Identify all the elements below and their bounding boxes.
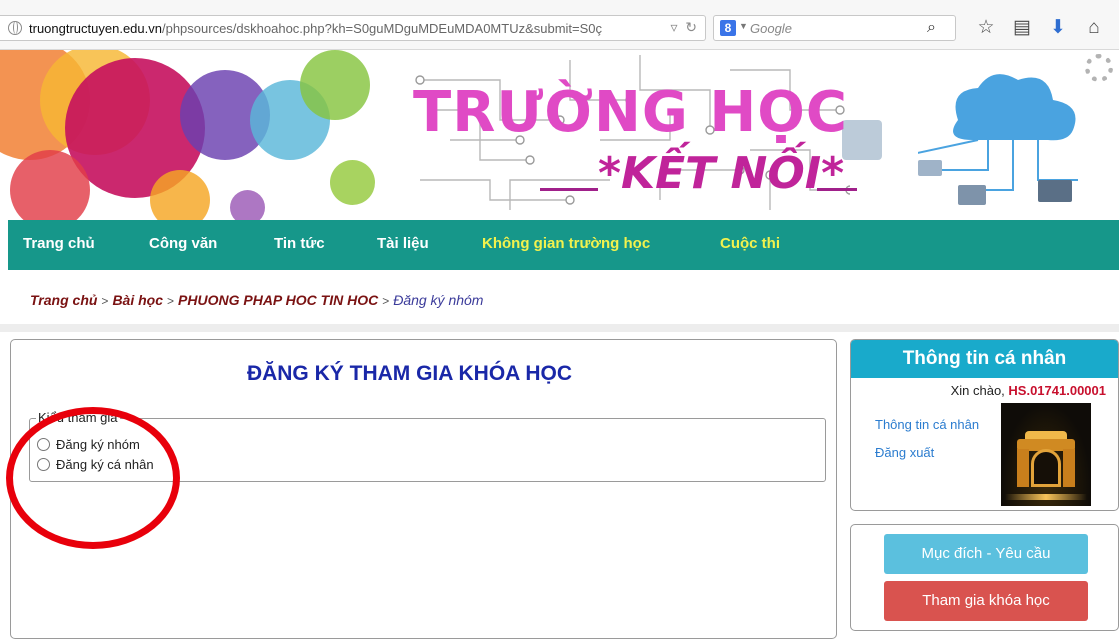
fieldset-legend: Kiểu tham gia — [36, 410, 120, 425]
nav-item-contests[interactable]: Cuộc thi — [720, 235, 780, 252]
gear-icon[interactable] — [1085, 54, 1113, 82]
profile-link[interactable]: Thông tin cá nhân — [875, 417, 979, 432]
nav-item-home[interactable]: Trang chủ — [23, 235, 95, 252]
search-icon[interactable]: ⌕ — [927, 19, 936, 37]
nav-item-documents[interactable]: Công văn — [149, 235, 217, 252]
url-text[interactable]: truongtructuyen.edu.vn/phpsources/dskhoa… — [29, 21, 602, 36]
radio-group-registration[interactable]: Đăng ký nhóm — [37, 437, 140, 452]
home-icon[interactable]: ⌂ — [1076, 17, 1112, 39]
breadcrumb-separator: > — [101, 294, 109, 308]
banner-title: TRƯỜNG HỌC — [413, 80, 848, 145]
divider — [0, 324, 1119, 332]
main-nav: Trang chủ Công văn Tin tức Tài liệu Khôn… — [8, 220, 1119, 270]
logout-link[interactable]: Đăng xuất — [875, 445, 934, 460]
url-domain: truongtructuyen.edu.vn — [29, 21, 162, 36]
browser-toolbar: truongtructuyen.edu.vn/phpsources/dskhoa… — [0, 0, 1119, 50]
profile-photo — [1001, 403, 1091, 506]
sidebar-header: Thông tin cá nhân — [851, 340, 1118, 378]
radio-label[interactable]: Đăng ký nhóm — [56, 437, 140, 452]
banner-bubble — [230, 190, 265, 220]
breadcrumb-current: Đăng ký nhóm — [393, 292, 484, 308]
breadcrumb: Trang chủ > Bài học > PHUONG PHAP HOC TIN HO… — [30, 292, 483, 308]
download-icon[interactable]: ⬇ — [1040, 16, 1076, 39]
page-title: ĐĂNG KÝ THAM GIA KHÓA HỌC — [246, 362, 573, 385]
banner-bubble — [10, 150, 90, 220]
banner-device — [842, 120, 882, 160]
greeting: Xin chào, HS.01741.00001 — [951, 383, 1106, 398]
breadcrumb-lessons[interactable]: Bài học — [112, 292, 163, 308]
nav-item-materials[interactable]: Tài liệu — [377, 235, 429, 252]
breadcrumb-separator: > — [167, 294, 175, 308]
breadcrumb-course[interactable]: PHUONG PHAP HOC TIN HOC — [178, 292, 378, 308]
site-banner: TRƯỜNG HỌC *KẾT NỐI* — [0, 50, 1119, 220]
chevron-down-icon[interactable]: ▼ — [739, 21, 748, 31]
join-course-button[interactable]: Tham gia khóa học — [884, 581, 1088, 621]
reload-icon[interactable]: ▿ ↻ — [670, 19, 697, 36]
star-icon[interactable]: ☆ — [968, 16, 1004, 39]
radio-label[interactable]: Đăng ký cá nhân — [56, 457, 154, 472]
banner-subtitle: *KẾT NỐI* — [598, 148, 845, 199]
personal-info-box: Thông tin cá nhân Xin chào, HS.01741.000… — [850, 339, 1119, 511]
cloud-network-graphic — [918, 74, 1078, 205]
search-engine-icon[interactable]: 8 — [720, 20, 736, 36]
address-bar[interactable]: truongtructuyen.edu.vn/phpsources/dskhoa… — [0, 15, 706, 41]
course-actions-box: Mục đích - Yêu cầu Tham gia khóa học — [850, 524, 1119, 631]
greeting-text: Xin chào, — [950, 383, 1005, 398]
participation-type-fieldset: Kiểu tham gia Đăng ký nhóm Đăng ký cá nh… — [29, 410, 826, 482]
radio-button[interactable] — [37, 458, 50, 471]
registration-panel: ĐĂNG KÝ THAM GIA KHÓA HỌC Kiểu tham gia … — [10, 339, 837, 639]
username: HS.01741.00001 — [1008, 383, 1106, 398]
radio-button[interactable] — [37, 438, 50, 451]
globe-icon — [8, 21, 22, 35]
purpose-requirements-button[interactable]: Mục đích - Yêu cầu — [884, 534, 1088, 574]
banner-bubble — [150, 170, 210, 220]
radio-individual-registration[interactable]: Đăng ký cá nhân — [37, 457, 154, 472]
banner-line — [540, 188, 598, 191]
reading-list-icon[interactable]: ▤ — [1004, 16, 1040, 39]
nav-item-news[interactable]: Tin tức — [274, 235, 325, 252]
breadcrumb-home[interactable]: Trang chủ — [30, 292, 97, 308]
breadcrumb-separator: > — [382, 294, 390, 308]
search-bar[interactable]: 8 ▼ Google ⌕ — [713, 15, 956, 41]
banner-bubble — [330, 160, 375, 205]
banner-bubble — [300, 50, 370, 120]
url-path: /phpsources/dskhoahoc.php?kh=S0guMDguMDE… — [161, 21, 603, 36]
gate-image — [1017, 431, 1075, 487]
nav-item-school-space[interactable]: Không gian trường học — [482, 235, 650, 252]
search-input[interactable]: Google — [750, 21, 792, 36]
browser-tools: ☆ ▤ ⬇ ⌂ — [968, 16, 1112, 39]
